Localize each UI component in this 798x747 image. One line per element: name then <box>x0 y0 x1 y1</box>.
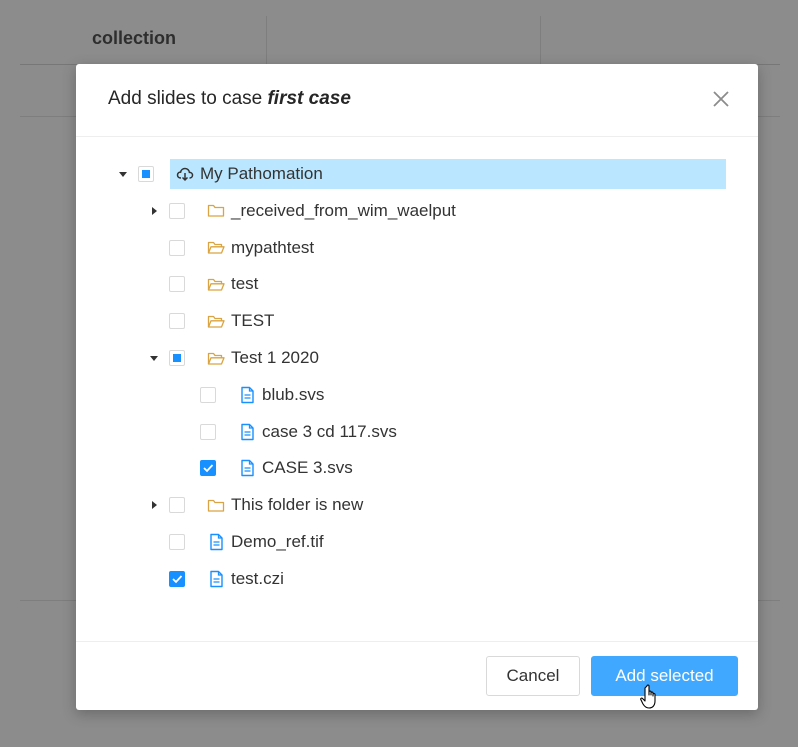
modal-footer: Cancel Add selected <box>76 641 758 711</box>
tree-node-title[interactable]: test <box>201 269 264 299</box>
close-icon <box>713 91 729 107</box>
tree-node-title[interactable]: case 3 cd 117.svs <box>232 417 403 447</box>
tree-node-title[interactable]: CASE 3.svs <box>232 453 359 483</box>
folder-open-icon <box>207 312 225 330</box>
node-checkbox[interactable] <box>169 239 185 256</box>
tree-node-label: Test 1 2020 <box>231 348 319 367</box>
modal-title: Add slides to case first case <box>108 88 351 110</box>
cloud-icon <box>176 165 194 183</box>
file-icon <box>238 459 256 477</box>
add-selected-button[interactable]: Add selected <box>591 656 738 696</box>
folder-open-icon <box>207 349 225 367</box>
node-checkbox[interactable] <box>169 570 185 587</box>
folder-open-icon <box>207 275 225 293</box>
tree-node: CASE 3.svs <box>76 453 758 483</box>
tree-node: mypathtest <box>76 233 758 263</box>
node-checkbox[interactable] <box>200 386 216 403</box>
tree-node-label: Demo_ref.tif <box>231 532 324 551</box>
tree-node-title[interactable]: mypathtest <box>201 233 320 263</box>
modal-body: My Pathomation _received_from_wim_waelput… <box>76 137 758 641</box>
tree-node: My Pathomation <box>76 159 758 189</box>
tree-node-title[interactable]: _received_from_wim_waelput <box>201 196 462 226</box>
tree-node-title[interactable]: blub.svs <box>232 380 330 410</box>
tree-node-label: TEST <box>231 311 275 331</box>
tree-node: case 3 cd 117.svs <box>76 417 758 447</box>
caret-down-icon[interactable] <box>116 167 130 181</box>
tree-node-label: _received_from_wim_waelput <box>231 200 456 220</box>
file-icon <box>207 533 225 551</box>
tree-node-label: My Pathomation <box>200 164 323 183</box>
tree-node: _received_from_wim_waelput <box>76 196 758 226</box>
node-checkbox[interactable] <box>169 202 185 219</box>
file-icon <box>207 570 225 588</box>
close-button[interactable] <box>708 86 734 112</box>
tree-node: Demo_ref.tif <box>76 527 758 557</box>
tree-node-title[interactable]: Test 1 2020 <box>201 343 325 373</box>
folder-icon <box>207 496 225 514</box>
tree-node-label: test <box>231 274 259 294</box>
tree-node: TEST <box>76 306 758 336</box>
node-checkbox[interactable] <box>169 276 185 293</box>
node-checkbox[interactable] <box>200 423 216 440</box>
node-checkbox[interactable] <box>169 497 185 514</box>
tree-node: test.czi <box>76 564 758 594</box>
tree-node-label: CASE 3.svs <box>262 458 353 478</box>
modal-title-prefix: Add slides to case <box>108 88 268 109</box>
file-icon <box>238 423 256 441</box>
caret-down-icon[interactable] <box>147 351 161 365</box>
folder-icon <box>207 202 225 220</box>
tree-node-label: This folder is new <box>231 495 364 515</box>
modal-title-case-name: first case <box>267 88 351 109</box>
add-slides-modal: Add slides to case first case My Pathoma… <box>76 64 758 710</box>
caret-right-icon[interactable] <box>147 498 161 512</box>
file-icon <box>238 386 256 404</box>
tree-node: test <box>76 269 758 299</box>
tree-node-title[interactable]: My Pathomation <box>170 159 726 189</box>
tree-node-title[interactable]: TEST <box>201 306 280 336</box>
modal-header: Add slides to case first case <box>76 64 758 137</box>
caret-right-icon[interactable] <box>147 204 161 218</box>
tree-node-title[interactable]: test.czi <box>201 564 290 594</box>
node-checkbox[interactable] <box>169 313 185 330</box>
tree-node-title[interactable]: Demo_ref.tif <box>201 527 330 557</box>
tree-node: blub.svs <box>76 380 758 410</box>
folder-open-icon <box>207 239 225 257</box>
tree-node-label: test.czi <box>231 568 284 588</box>
node-checkbox[interactable] <box>138 166 154 182</box>
tree-node-label: case 3 cd 117.svs <box>262 421 397 441</box>
tree-node-label: blub.svs <box>262 384 325 404</box>
tree-node-label: mypathtest <box>231 237 315 257</box>
tree-node: Test 1 2020 <box>76 343 758 373</box>
tree-node-title[interactable]: This folder is new <box>201 490 369 520</box>
tree-node: This folder is new <box>76 490 758 520</box>
node-checkbox[interactable] <box>169 350 185 366</box>
cancel-button[interactable]: Cancel <box>486 656 580 696</box>
node-checkbox[interactable] <box>200 460 216 477</box>
node-checkbox[interactable] <box>169 534 185 550</box>
